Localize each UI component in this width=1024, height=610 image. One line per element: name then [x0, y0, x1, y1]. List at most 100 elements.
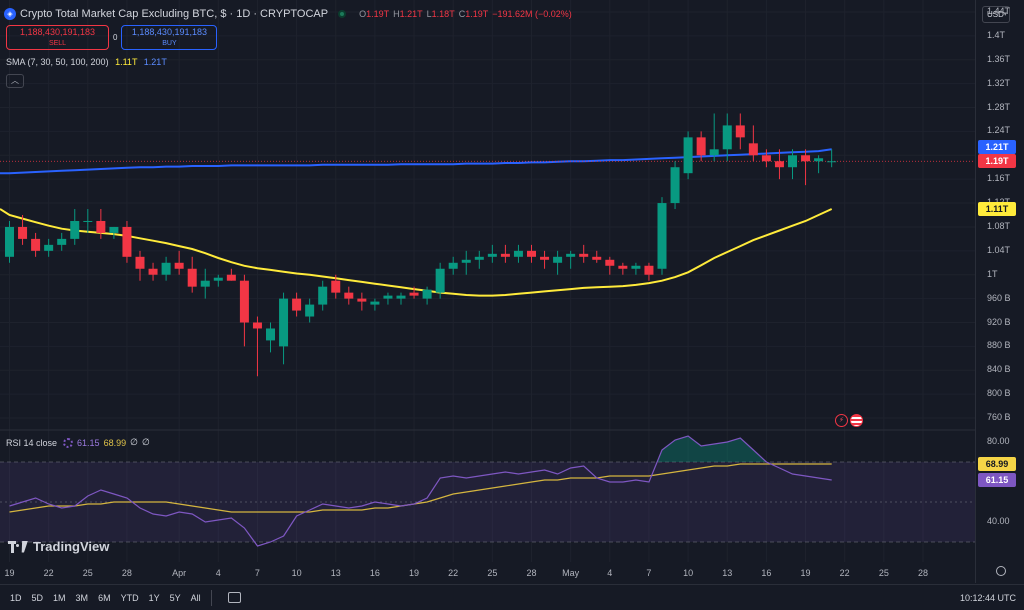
time-tick-label: 7 — [254, 568, 260, 578]
sma-legend-value-1: 1.11T — [115, 57, 138, 67]
buy-label: BUY — [162, 40, 177, 47]
time-tick-label: 10 — [291, 568, 302, 578]
sma-legend-value-2: 1.21T — [143, 57, 167, 67]
time-tick-label: 4 — [607, 568, 613, 578]
price-axis[interactable]: USD 1.44T1.4T1.36T1.32T1.28T1.24T1.2T1.1… — [975, 0, 1024, 583]
candle-body — [344, 292, 354, 299]
range-6m[interactable]: 6M — [98, 593, 111, 603]
price-tick-label: 1.24T — [987, 125, 1011, 136]
candle-body — [305, 304, 315, 317]
range-selector: 1D 5D 1M 3M 6M YTD 1Y 5Y All — [0, 593, 201, 603]
price-tick-label: 800 B — [987, 388, 1011, 399]
rsi-legend-label: RSI 14 close — [6, 437, 58, 448]
candle-body — [709, 149, 719, 156]
price-tick-label: 1.04T — [987, 244, 1011, 255]
price-tick-label: 1T — [987, 268, 998, 279]
sell-label: SELL — [48, 40, 67, 47]
time-tick-label: Apr — [172, 568, 187, 578]
price-tick-label: 760 B — [987, 412, 1011, 423]
candle-body — [396, 295, 406, 299]
price-tick-label: 840 B — [987, 364, 1011, 375]
candle-body — [200, 280, 210, 287]
tradingview-logo-icon — [8, 540, 28, 553]
range-3m[interactable]: 3M — [76, 593, 89, 603]
range-1y[interactable]: 1Y — [149, 593, 160, 603]
price-tick-label: 920 B — [987, 316, 1011, 327]
time-tick-label: 22 — [448, 568, 459, 578]
range-ytd[interactable]: YTD — [121, 593, 139, 603]
time-tick-label: 19 — [4, 568, 15, 578]
time-tick-label: 28 — [526, 568, 537, 578]
ohlc-value: −191.62M (−0.02%) — [492, 9, 572, 19]
sma-legend[interactable]: SMA (7, 30, 50, 100, 200) 1.11T 1.21T — [6, 57, 167, 67]
candle-body — [292, 298, 302, 311]
trade-panel: 1,188,430,191,183 SELL 0 1,188,430,191,1… — [6, 25, 218, 50]
rsi-legend-value-3: ∅ — [130, 437, 138, 447]
calendar-icon[interactable] — [227, 592, 241, 603]
candle-body — [83, 220, 93, 222]
collapse-legend-chevron-up-icon[interactable]: ︿ — [6, 74, 24, 88]
price-tick-label: 880 B — [987, 340, 1011, 351]
buy-button[interactable]: 1,188,430,191,183 BUY — [121, 25, 218, 50]
range-1m[interactable]: 1M — [53, 593, 66, 603]
range-5y[interactable]: 5Y — [170, 593, 181, 603]
candle-body — [357, 298, 367, 302]
ohlc-value: 1.18T — [431, 9, 455, 19]
time-tick-label: May — [562, 568, 580, 578]
price-tick-label: 1.16T — [987, 173, 1011, 184]
rsi-legend-value-1: 61.15 — [77, 437, 100, 448]
price-badge-last: 1.19T — [978, 154, 1016, 169]
ohlc-value: 1.21T — [399, 9, 423, 19]
candle-body — [761, 155, 771, 162]
rsi-settings-icon[interactable] — [63, 437, 74, 448]
time-tick-label: 19 — [409, 568, 420, 578]
candle-body — [448, 262, 458, 269]
time-tick-label: 25 — [82, 568, 93, 578]
time-tick-label: 28 — [121, 568, 132, 578]
price-tick-label: 1.08T — [987, 220, 1011, 231]
lightning-icon[interactable]: ⚡ — [835, 414, 848, 427]
range-all[interactable]: All — [191, 593, 201, 603]
time-tick-label: 25 — [878, 568, 889, 578]
gear-icon[interactable] — [996, 566, 1006, 576]
candle-body — [96, 220, 106, 233]
price-tick-label: 1.44T — [987, 5, 1011, 16]
candle-body — [540, 256, 550, 260]
sma-legend-label: SMA (7, 30, 50, 100, 200) — [6, 57, 109, 67]
time-tick-label: 22 — [43, 568, 54, 578]
range-1d[interactable]: 1D — [10, 593, 22, 603]
range-5d[interactable]: 5D — [32, 593, 44, 603]
symbol-title[interactable]: Crypto Total Market Cap Excluding BTC, $… — [20, 8, 328, 20]
candle-body — [657, 203, 667, 269]
price-badge-sma50: 1.11T — [978, 202, 1016, 217]
candle-body — [18, 226, 28, 239]
candle-body — [422, 289, 432, 299]
market-status-icon[interactable] — [338, 10, 347, 18]
candle-body — [70, 220, 80, 239]
candle-body — [735, 125, 745, 138]
us-flag-icon[interactable] — [850, 414, 863, 427]
candle-body — [644, 265, 654, 275]
symbol-icon[interactable]: ◈ — [4, 8, 16, 20]
time-axis[interactable]: 19 22 25 28 Apr 4 7 10 13 16 19 22 25 28 May 4 7 10 13 16 19… — [0, 562, 975, 583]
price-badge-sma200: 1.21T — [978, 140, 1016, 155]
candle-body — [801, 155, 811, 162]
clock[interactable]: 10:12:44 UTC — [960, 593, 1016, 603]
candle-body — [513, 250, 523, 257]
sell-price: 1,188,430,191,183 — [19, 27, 96, 37]
tradingview-logo[interactable]: TradingView — [8, 539, 109, 554]
candle-body — [383, 295, 393, 299]
candle-body — [814, 158, 824, 162]
toolbar-divider — [210, 589, 212, 606]
price-chart[interactable] — [0, 0, 975, 583]
time-tick-label: 16 — [761, 568, 772, 578]
candle-body — [279, 298, 289, 347]
time-tick-label: 10 — [683, 568, 694, 578]
time-tick-label: 22 — [839, 568, 850, 578]
candle-body — [618, 265, 628, 269]
candle-body — [44, 244, 54, 251]
rsi-legend[interactable]: RSI 14 close 61.15 68.99 ∅ ∅ — [6, 437, 150, 448]
candle-body — [827, 161, 837, 163]
candle-body — [318, 286, 328, 305]
sell-button[interactable]: 1,188,430,191,183 SELL — [6, 25, 109, 50]
